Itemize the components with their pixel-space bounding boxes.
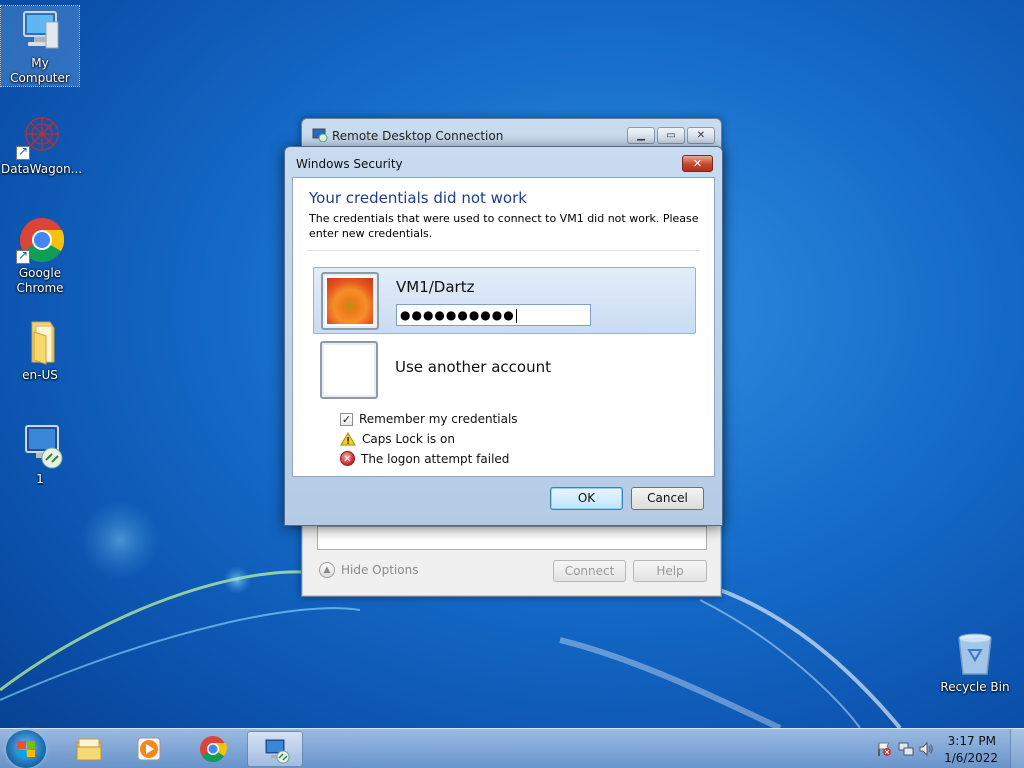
remember-label: Remember my credentials	[359, 412, 518, 426]
network-icon[interactable]	[898, 741, 914, 757]
dialog-body: Your credentials did not work The creden…	[292, 177, 715, 477]
file-explorer-icon	[76, 738, 102, 761]
desktop-icon-datawagon[interactable]: DataWagon...	[1, 112, 83, 177]
error-icon: ✕	[340, 451, 355, 466]
desktop-icon-recycle-bin[interactable]: Recycle Bin	[936, 630, 1014, 695]
media-player-icon	[137, 737, 161, 761]
dialog-title: Windows Security	[296, 157, 403, 171]
desktop-icon-label: en-US	[22, 368, 58, 382]
folder-icon	[16, 318, 64, 366]
chrome-icon	[16, 216, 65, 264]
desktop-icon-label: Google Chrome	[16, 266, 64, 295]
user-avatar	[321, 272, 379, 330]
user-name: VM1/Dartz	[396, 278, 475, 296]
credential-tile-selected[interactable]: VM1/Dartz ●●●●●●●●●●	[313, 267, 696, 334]
credential-tile-other-account[interactable]: Use another account	[313, 338, 696, 402]
blank-avatar	[320, 341, 378, 399]
desktop-icon-rdp-file[interactable]: 1	[1, 422, 79, 487]
volume-icon[interactable]	[918, 741, 934, 757]
recycle-bin-icon	[951, 630, 999, 678]
shortcut-arrow-icon	[16, 248, 30, 264]
ok-button[interactable]: OK	[550, 487, 623, 510]
dialog-heading: Your credentials did not work	[309, 189, 527, 207]
window-title: Remote Desktop Connection	[332, 129, 504, 143]
remember-credentials-row[interactable]: ✓ Remember my credentials	[340, 412, 518, 426]
show-desktop-button[interactable]	[1010, 729, 1024, 768]
rdc-client-area: ▲ Hide Options Connect Help	[303, 519, 720, 595]
password-field[interactable]: ●●●●●●●●●●	[396, 304, 591, 326]
logon-failed-label: The logon attempt failed	[361, 451, 510, 466]
desktop-icon-label: Recycle Bin	[940, 680, 1010, 694]
other-account-label: Use another account	[395, 358, 551, 376]
action-center-flag-icon[interactable]	[876, 741, 892, 757]
close-button[interactable]: ✕	[682, 155, 713, 172]
computer-icon	[16, 6, 64, 54]
divider	[307, 250, 700, 251]
hide-options-label: Hide Options	[341, 563, 419, 577]
chevron-up-icon: ▲	[319, 562, 335, 578]
chrome-icon	[200, 736, 227, 763]
windows-logo-icon	[17, 741, 35, 757]
connect-button[interactable]: Connect	[553, 560, 626, 582]
taskbar-media-player[interactable]	[121, 731, 177, 767]
taskbar-chrome[interactable]	[185, 731, 241, 767]
desktop-icon-en-us[interactable]: en-US	[1, 318, 79, 383]
maximize-button[interactable]: ▭	[657, 127, 685, 144]
system-tray: 3:17 PM 1/6/2022	[856, 729, 1024, 768]
clock-date[interactable]: 1/6/2022	[944, 751, 998, 765]
warning-icon	[340, 432, 356, 446]
flower-icon	[327, 278, 373, 324]
cancel-button[interactable]: Cancel	[631, 487, 704, 510]
desktop-icon-google-chrome[interactable]: Google Chrome	[1, 216, 79, 296]
caps-lock-label: Caps Lock is on	[362, 432, 455, 446]
minimize-button[interactable]: ▁	[627, 127, 655, 144]
remote-desktop-icon	[312, 128, 328, 142]
desktop-icon-label: DataWagon...	[1, 162, 83, 176]
windows-security-dialog: Windows Security ✕ Your credentials did …	[284, 146, 723, 526]
datawagon-icon	[16, 112, 64, 160]
caps-lock-warning: Caps Lock is on	[340, 432, 455, 446]
clock-time[interactable]: 3:17 PM	[948, 734, 996, 748]
help-button[interactable]: Help	[633, 560, 707, 582]
shortcut-arrow-icon	[16, 144, 30, 160]
remote-desktop-icon	[264, 738, 290, 764]
logon-failed-error: ✕ The logon attempt failed	[340, 451, 509, 466]
remote-desktop-file-icon	[16, 422, 64, 470]
caption-buttons: ▁ ▭ ✕	[627, 127, 715, 144]
remember-checkbox[interactable]: ✓	[340, 412, 353, 426]
desktop-icon-label: My Computer	[10, 56, 70, 85]
taskbar: 3:17 PM 1/6/2022	[0, 728, 1024, 768]
start-button[interactable]	[6, 730, 46, 768]
desktop-icon-label: 1	[36, 472, 44, 486]
taskbar-remote-desktop[interactable]	[247, 731, 303, 767]
hide-options-link[interactable]: ▲ Hide Options	[319, 562, 418, 578]
taskbar-file-explorer[interactable]	[61, 731, 117, 767]
rdc-settings-field[interactable]	[317, 526, 707, 550]
desktop-icon-my-computer[interactable]: My Computer	[0, 5, 80, 87]
close-button[interactable]: ✕	[687, 127, 715, 144]
dialog-description: The credentials that were used to connec…	[309, 212, 699, 240]
